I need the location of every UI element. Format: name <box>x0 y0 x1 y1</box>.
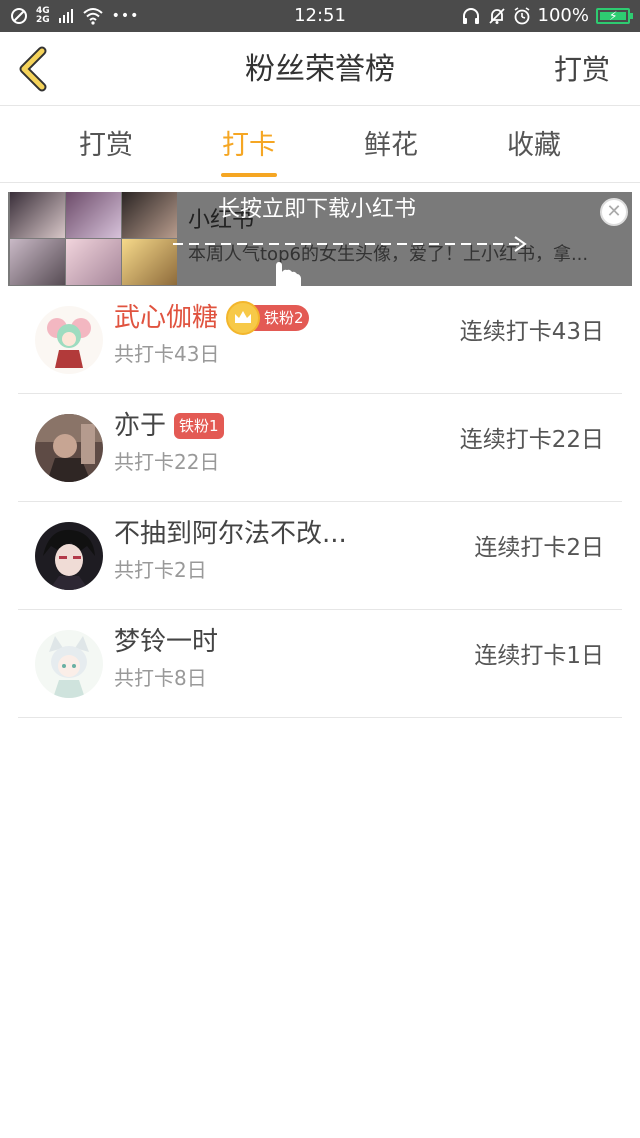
tab-reward[interactable]: 打赏 <box>46 129 166 163</box>
crown-icon <box>226 301 261 335</box>
ad-banner[interactable]: 小红书 本周人气top6的女生头像，爱了！上小红书，拿... 长按立即下载小红书… <box>8 192 632 286</box>
fan-badge-label: 铁粉2 <box>254 305 309 331</box>
list-item[interactable]: 梦铃一时 共打卡8日 连续打卡1日 <box>18 610 622 718</box>
ad-close-button[interactable]: ✕ <box>600 198 628 226</box>
bell-off-icon <box>488 8 505 24</box>
total-checkins: 共打卡43日 <box>114 342 220 366</box>
name-line: 武心伽糖 铁粉2 <box>114 300 309 336</box>
avatar[interactable] <box>35 630 103 698</box>
checkin-ranking-list: 武心伽糖 铁粉2 共打卡43日 连续打卡43日 亦于 铁粉1 共打卡22日 连续… <box>0 286 640 718</box>
page-title: 粉丝荣誉榜 <box>245 52 395 87</box>
ad-thumbnail-grid <box>10 192 177 286</box>
ad-thumbnail <box>122 192 177 238</box>
name-line: 不抽到阿尔法不改... <box>114 516 347 552</box>
hand-pointer-icon <box>276 262 301 286</box>
battery-icon: ⚡ <box>596 8 633 24</box>
name-line: 梦铃一时 <box>114 624 218 660</box>
tab-favorites[interactable]: 收藏 <box>474 129 594 163</box>
swipe-arrow-icon <box>173 236 527 252</box>
ad-thumbnail <box>66 192 121 238</box>
ad-thumbnail <box>66 239 121 285</box>
charging-icon: ⚡ <box>609 9 618 23</box>
tab-checkin[interactable]: 打卡 <box>189 129 309 163</box>
status-bar: 4G 2G ••• 12:51 100% ⚡ <box>0 0 640 32</box>
streak-days: 连续打卡43日 <box>459 319 604 345</box>
battery-percent: 100% <box>537 5 589 26</box>
tab-flowers[interactable]: 鲜花 <box>331 129 451 163</box>
ad-thumbnail <box>10 192 65 238</box>
list-item[interactable]: 亦于 铁粉1 共打卡22日 连续打卡22日 <box>18 394 622 502</box>
status-bar-right: 100% ⚡ <box>461 4 633 28</box>
active-tab-indicator <box>221 173 277 177</box>
avatar[interactable] <box>35 414 103 482</box>
total-checkins: 共打卡8日 <box>114 666 207 690</box>
streak-days: 连续打卡1日 <box>474 643 604 669</box>
avatar[interactable] <box>35 522 103 590</box>
tab-bar: 打赏 打卡 鲜花 收藏 <box>0 107 640 183</box>
user-name[interactable]: 不抽到阿尔法不改... <box>114 518 347 550</box>
list-item[interactable]: 不抽到阿尔法不改... 共打卡2日 连续打卡2日 <box>18 502 622 610</box>
avatar[interactable] <box>35 306 103 374</box>
user-name[interactable]: 武心伽糖 <box>114 302 218 334</box>
streak-days: 连续打卡22日 <box>459 427 604 453</box>
header-bar: 粉丝荣誉榜 打赏 <box>0 32 640 106</box>
total-checkins: 共打卡2日 <box>114 558 207 582</box>
user-name[interactable]: 梦铃一时 <box>114 626 218 658</box>
fan-badge-label: 铁粉1 <box>174 413 224 439</box>
ad-download-prompt: 长按立即下载小红书 <box>218 197 417 222</box>
streak-days: 连续打卡2日 <box>474 535 604 561</box>
list-item[interactable]: 武心伽糖 铁粉2 共打卡43日 连续打卡43日 <box>18 286 622 394</box>
name-line: 亦于 铁粉1 <box>114 408 224 444</box>
ad-thumbnail <box>122 239 177 285</box>
user-name[interactable]: 亦于 <box>114 410 166 442</box>
ad-thumbnail <box>10 239 65 285</box>
reward-button[interactable]: 打赏 <box>554 52 610 88</box>
total-checkins: 共打卡22日 <box>114 450 220 474</box>
headset-icon <box>462 8 479 24</box>
fan-badge: 铁粉2 <box>226 301 309 335</box>
alarm-icon <box>514 7 529 25</box>
